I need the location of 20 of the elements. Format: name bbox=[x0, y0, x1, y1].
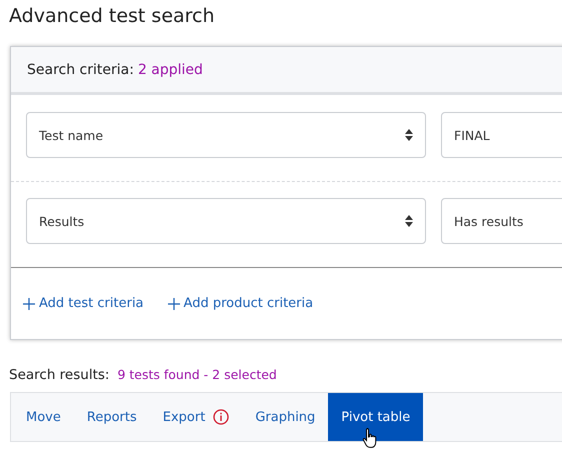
toolbar-tab[interactable]: Export bbox=[150, 393, 242, 441]
page-title: Advanced test search bbox=[8, 4, 216, 29]
add-criteria-link[interactable]: Add product criteria bbox=[168, 296, 314, 311]
field-select[interactable]: Test name bbox=[26, 112, 426, 158]
toolbar-tab[interactable]: Reports bbox=[74, 393, 150, 441]
value-field[interactable]: FINAL bbox=[441, 112, 562, 158]
plus-icon bbox=[23, 298, 35, 310]
criteria-count: 2 applied bbox=[138, 62, 203, 78]
add-criteria-link[interactable]: Add test criteria bbox=[23, 296, 144, 311]
toolbar-tab[interactable]: Graphing bbox=[242, 393, 328, 441]
sort-arrows-icon bbox=[405, 129, 413, 141]
toolbar-tab[interactable]: Move bbox=[13, 393, 74, 441]
results-label: Search results: bbox=[9, 367, 110, 383]
info-icon bbox=[213, 409, 230, 425]
field-select[interactable]: Results bbox=[26, 198, 426, 244]
value-field[interactable]: Has results bbox=[441, 198, 562, 244]
criteria-label: Search criteria: bbox=[27, 62, 134, 78]
sort-arrows-icon bbox=[405, 215, 413, 227]
results-summary: 9 tests found - 2 selected bbox=[117, 367, 277, 382]
plus-icon bbox=[168, 298, 180, 310]
